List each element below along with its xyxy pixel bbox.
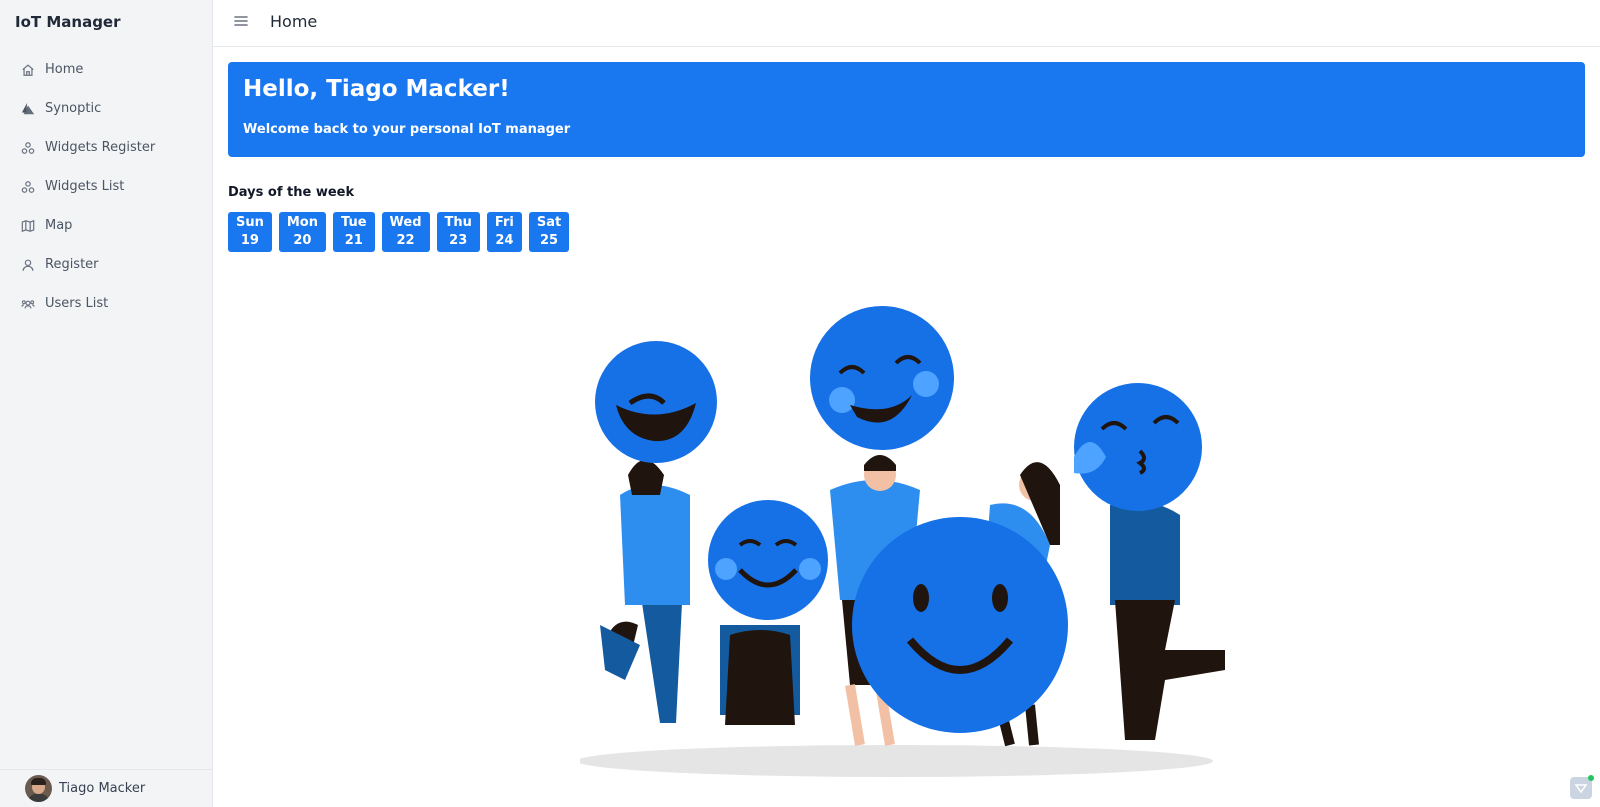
day-date: 25 xyxy=(539,233,559,248)
widgets-icon xyxy=(20,179,36,195)
feedback-widget-icon[interactable] xyxy=(1570,775,1594,799)
day-name: Mon xyxy=(286,215,318,230)
widgets-icon xyxy=(20,140,36,156)
users-icon xyxy=(20,296,36,312)
day-name: Tue xyxy=(341,215,367,230)
welcome-banner: Hello, Tiago Macker! Welcome back to you… xyxy=(228,62,1585,157)
sidebar: IoT Manager Home Synoptic Widgets Regist… xyxy=(0,0,213,807)
user-icon xyxy=(20,257,36,273)
sidebar-item-label: Home xyxy=(45,62,84,77)
app-title: IoT Manager xyxy=(15,13,121,31)
day-name: Thu xyxy=(444,215,472,230)
status-dot xyxy=(1588,775,1594,781)
happy-people-illustration xyxy=(580,306,1225,777)
home-icon xyxy=(20,62,36,78)
day-sat[interactable]: Sat 25 xyxy=(528,212,570,252)
sidebar-item-label: Map xyxy=(45,218,73,233)
sidebar-item-label: Widgets Register xyxy=(45,140,156,155)
days-heading: Days of the week xyxy=(228,185,355,200)
sidebar-item-register[interactable]: Register xyxy=(0,245,213,284)
map-icon xyxy=(20,218,36,234)
page-title: Home xyxy=(270,12,318,31)
day-name: Wed xyxy=(389,215,422,230)
top-bar: Home xyxy=(213,0,1600,47)
day-date: 20 xyxy=(293,233,312,248)
days-of-week: Sun 19 Mon 20 Tue 21 Wed 22 Thu 23 Fri 24 Sat 2… xyxy=(228,212,570,252)
day-mon[interactable]: Mon 20 xyxy=(278,212,326,252)
synoptic-icon xyxy=(20,101,36,117)
day-date: 21 xyxy=(344,233,363,248)
user-name: Tiago Macker xyxy=(59,781,146,796)
hamburger-menu-icon[interactable] xyxy=(233,13,253,33)
day-fri[interactable]: Fri 24 xyxy=(486,212,522,252)
day-name: Fri xyxy=(494,215,514,230)
sidebar-item-label: Widgets List xyxy=(45,179,125,194)
sidebar-nav: Home Synoptic Widgets Register Widgets L… xyxy=(0,50,213,323)
sidebar-item-home[interactable]: Home xyxy=(0,50,213,89)
day-thu[interactable]: Thu 23 xyxy=(436,212,480,252)
day-name: Sat xyxy=(536,215,562,230)
avatar xyxy=(25,775,52,802)
sidebar-item-users-list[interactable]: Users List xyxy=(0,284,213,323)
day-date: 24 xyxy=(495,233,514,248)
day-wed[interactable]: Wed 22 xyxy=(381,212,430,252)
sidebar-item-map[interactable]: Map xyxy=(0,206,213,245)
welcome-subtitle: Welcome back to your personal IoT manage… xyxy=(243,122,571,137)
sidebar-item-label: Synoptic xyxy=(45,101,102,116)
welcome-title: Hello, Tiago Macker! xyxy=(243,76,510,102)
day-date: 19 xyxy=(240,233,259,248)
sidebar-item-widgets-register[interactable]: Widgets Register xyxy=(0,128,213,167)
day-sun[interactable]: Sun 19 xyxy=(228,212,272,252)
day-tue[interactable]: Tue 21 xyxy=(333,212,375,252)
sidebar-item-synoptic[interactable]: Synoptic xyxy=(0,89,213,128)
sidebar-item-label: Users List xyxy=(45,296,109,311)
sidebar-item-widgets-list[interactable]: Widgets List xyxy=(0,167,213,206)
day-name: Sun xyxy=(236,215,264,230)
sidebar-item-label: Register xyxy=(45,257,99,272)
day-date: 23 xyxy=(449,233,468,248)
day-date: 22 xyxy=(396,233,415,248)
user-profile[interactable]: Tiago Macker xyxy=(0,769,213,807)
